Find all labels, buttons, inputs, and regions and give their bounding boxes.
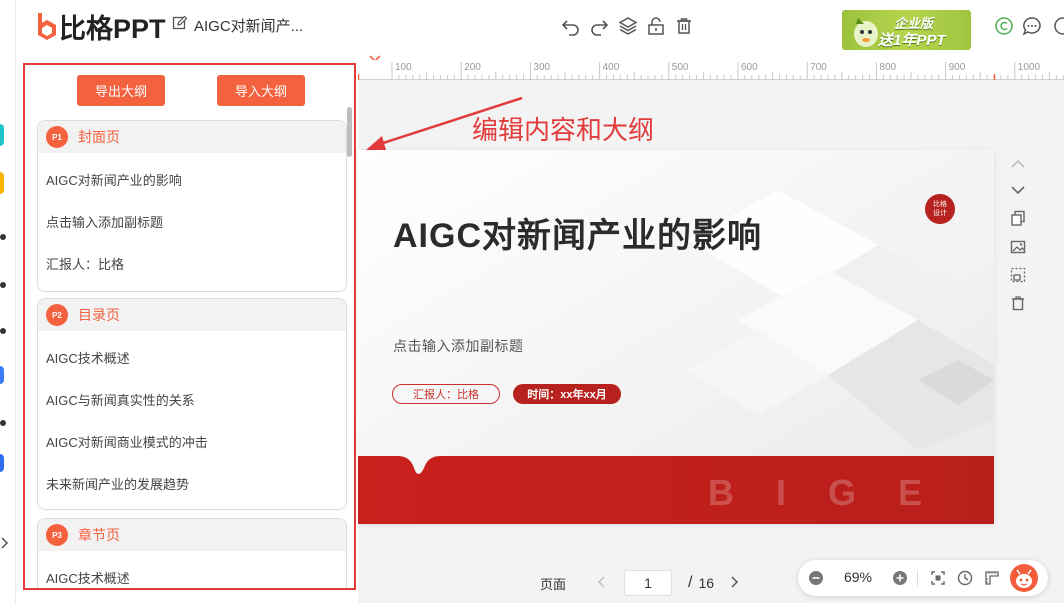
page-badge: P3 xyxy=(46,524,68,546)
ruler-label: 600 xyxy=(741,62,758,73)
assistant-mascot-icon[interactable] xyxy=(1010,564,1038,592)
left-edge-strip xyxy=(0,0,16,603)
ruler-label: 500 xyxy=(672,62,689,73)
zoom-out-icon[interactable] xyxy=(806,568,826,588)
top-bar: 比格PPT AIGC对新闻产... 企业版 送1年PPT xyxy=(16,0,1064,52)
edge-color-chip[interactable] xyxy=(0,124,4,146)
duplicate-icon[interactable] xyxy=(1008,208,1028,228)
chat-icon[interactable] xyxy=(1021,15,1043,37)
time-pill[interactable]: 时间：xx年xx月 xyxy=(513,384,621,404)
ruler-label: 1000 xyxy=(1018,62,1041,73)
copyright-icon[interactable] xyxy=(993,15,1015,37)
editor-app: 比格PPT AIGC对新闻产... 企业版 送1年PPT 导出大纲 导入大纲 P… xyxy=(0,0,1064,603)
badge-line-2: 设计 xyxy=(933,210,947,217)
edge-dot xyxy=(0,420,6,426)
ruler-label: 800 xyxy=(879,62,896,73)
fit-screen-icon[interactable] xyxy=(928,568,948,588)
outline-item[interactable]: AIGC对新闻商业模式的冲击 xyxy=(38,422,346,464)
page-separator: / xyxy=(688,574,693,591)
outline-item[interactable]: AIGC与新闻真实性的关系 xyxy=(38,380,346,422)
chevron-down-icon[interactable] xyxy=(1008,180,1028,200)
import-outline-button[interactable]: 导入大纲 xyxy=(217,75,305,106)
next-page-icon[interactable] xyxy=(722,575,746,591)
badge-line-1: 比格 xyxy=(933,201,947,208)
outline-card-p3[interactable]: P3 章节页 AIGC技术概述 xyxy=(37,518,347,588)
edit-icon[interactable] xyxy=(172,15,188,36)
chevron-up-icon[interactable] xyxy=(1008,154,1028,174)
expand-chevron-icon[interactable] xyxy=(0,536,10,550)
slide-canvas[interactable]: AIGC对新闻产业的影响 点击输入添加副标题 汇报人：比格 时间：xx年xx月 … xyxy=(358,150,994,524)
ruler-label: 300 xyxy=(533,62,550,73)
card-title: 章节页 xyxy=(78,527,120,543)
outline-item[interactable]: AIGC对新闻产业的影响 xyxy=(38,160,346,202)
ruler-label: 900 xyxy=(949,62,966,73)
enterprise-promo-banner[interactable]: 企业版 送1年PPT xyxy=(842,10,971,50)
history-icon[interactable] xyxy=(955,568,975,588)
card-title: 封面页 xyxy=(78,129,120,145)
slide-logo-badge[interactable]: 比格 设计 xyxy=(925,194,955,224)
edge-dot xyxy=(0,282,6,288)
layers-icon[interactable] xyxy=(617,15,639,37)
annotation-text: 编辑内容和大纲 xyxy=(472,115,655,145)
crop-icon[interactable] xyxy=(1008,265,1028,285)
page-badge: P1 xyxy=(46,126,68,148)
outline-item[interactable]: AIGC技术概述 xyxy=(38,558,346,588)
zoom-in-icon[interactable] xyxy=(890,568,910,588)
reporter-pill[interactable]: 汇报人：比格 xyxy=(392,384,500,404)
outline-card-p2[interactable]: P2 目录页 AIGC技术概述 AIGC与新闻真实性的关系 AIGC对新闻商业模… xyxy=(37,298,347,510)
outline-item[interactable]: 未来新闻产业的发展趋势 xyxy=(38,464,346,506)
slide-watermark: BIGE xyxy=(708,472,965,513)
divider xyxy=(917,570,918,586)
edge-color-chip[interactable] xyxy=(0,172,4,194)
page-number-input[interactable] xyxy=(624,570,672,596)
logo[interactable]: 比格PPT xyxy=(36,9,166,44)
horizontal-ruler: 100 200 300 400 500 600 700 800 900 1000 xyxy=(358,60,1064,80)
card-header: P2 目录页 xyxy=(38,299,346,331)
export-outline-button[interactable]: 导出大纲 xyxy=(77,75,165,106)
card-header: P1 封面页 xyxy=(38,121,346,153)
page-total: 16 xyxy=(698,575,715,591)
redo-icon[interactable] xyxy=(588,15,610,37)
ruler-label: 700 xyxy=(810,62,827,73)
outline-panel: 导出大纲 导入大纲 P1 封面页 AIGC对新闻产业的影响 点击输入添加副标题 … xyxy=(23,63,356,590)
page-label: 页面 xyxy=(540,576,567,592)
ruler-label: 400 xyxy=(603,62,620,73)
more-menu-icon[interactable] xyxy=(1048,15,1064,37)
ruler-label: 100 xyxy=(395,62,412,73)
logo-text: 比格PPT xyxy=(59,13,166,44)
ruler-toggle-icon[interactable] xyxy=(982,568,1002,588)
outline-card-p1[interactable]: P1 封面页 AIGC对新闻产业的影响 点击输入添加副标题 汇报人：比格 xyxy=(37,120,347,292)
page-navigator: 页面 / 16 xyxy=(540,570,746,596)
promo-line-2: 送1年PPT xyxy=(878,32,946,49)
edge-color-chip[interactable] xyxy=(0,366,4,384)
edge-dot xyxy=(0,234,6,240)
unlock-icon[interactable] xyxy=(645,15,667,37)
image-icon[interactable] xyxy=(1008,237,1028,257)
edge-dot xyxy=(0,328,6,334)
prev-page-icon[interactable] xyxy=(590,575,614,591)
ruler-label: 200 xyxy=(464,62,481,73)
page-badge: P2 xyxy=(46,304,68,326)
zoom-toolbar: 69% xyxy=(798,560,1048,596)
trash-icon[interactable] xyxy=(1008,293,1028,313)
card-header: P3 章节页 xyxy=(38,519,346,551)
slide-subtitle[interactable]: 点击输入添加副标题 xyxy=(393,336,524,356)
edge-color-chip[interactable] xyxy=(0,454,4,472)
outline-item[interactable]: 点击输入添加副标题 xyxy=(38,202,346,244)
undo-icon[interactable] xyxy=(560,15,582,37)
outline-scrollbar[interactable] xyxy=(347,107,352,157)
outline-item[interactable]: AIGC技术概述 xyxy=(38,338,346,380)
card-title: 目录页 xyxy=(78,307,120,323)
ruler-ticks: 100 200 300 400 500 600 700 800 900 1000 xyxy=(358,62,1064,80)
slide-title[interactable]: AIGC对新闻产业的影响 xyxy=(393,208,762,257)
document-title[interactable]: AIGC对新闻产... xyxy=(194,15,303,36)
outline-item[interactable]: 汇报人：比格 xyxy=(38,244,346,286)
logo-mark-icon xyxy=(36,12,58,40)
zoom-value[interactable]: 69% xyxy=(838,569,878,585)
delete-icon[interactable] xyxy=(673,15,695,37)
document-title-area[interactable]: AIGC对新闻产... xyxy=(172,15,303,36)
